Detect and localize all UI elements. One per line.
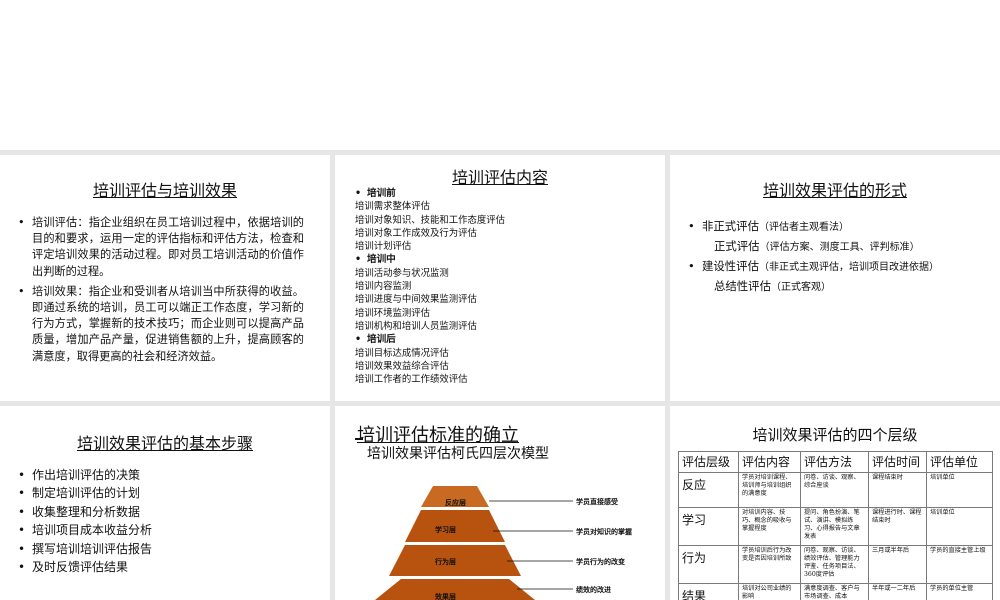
layer-label-learning: 学习层 (435, 525, 456, 534)
table-cell: 问卷、观察、访谈、绩效评估、管理能力评鉴、任务项目法、360度评估 (800, 545, 869, 584)
table-cell: 学员对培训课程、培训师与培训组织的满意度 (738, 472, 801, 508)
table-cell: 培训单位 (926, 472, 993, 508)
definition-effect: 培训效果：指企业和受训者从培训当中所获得的收益。即通过系统的培训，员工可以端正工… (18, 284, 304, 365)
list-item: 培训工作者的工作绩效评估 (355, 374, 468, 386)
table-row: 反应 学员对培训课程、培训师与培训组织的满意度 问卷、访谈、观察、综合座谈 课程… (678, 472, 993, 508)
table-cell: 反应 (678, 472, 739, 508)
slide-evaluation-content[interactable]: 培训评估内容 培训前 培训需求整体评估 培训对象知识、技能和工作态度评估 培训对… (335, 155, 665, 401)
table-row: 结果 培训对公司业绩的影响 满意度调查、客户与市场调查、成本 半年或一二年后 学… (678, 583, 993, 600)
annotation-reaction: 学员直接感受 (576, 497, 618, 506)
column-header: 评估单位 (926, 451, 993, 473)
list-item: 培训环境监测评估 (355, 307, 431, 319)
slide-title: 培训评估与培训效果 (92, 181, 237, 200)
column-header: 评估层级 (678, 451, 739, 473)
list-item: 培训机构和培训人员监测评估 (355, 320, 477, 332)
list-item: 培训对象工作成效及行为评估 (355, 227, 477, 239)
table-header-row: 评估层级 评估内容 评估方法 评估时间 评估单位 (678, 451, 993, 473)
slide-title: 培训评估内容 (451, 168, 548, 187)
steps-list: 作出培训评估的决策 制定培训评估的计划 收集整理和分析数据 培训项目成本收益分析… (18, 466, 152, 577)
table-cell: 行为 (678, 545, 739, 584)
table-cell: 对培训内容、技巧、概念的吸收与掌握程度 (738, 507, 801, 546)
table-cell: 学员培训后行为改变是否因培训所致 (738, 545, 801, 584)
four-levels-table: 评估层级 评估内容 评估方法 评估时间 评估单位 反应 学员对培训课程、培训师与… (678, 451, 993, 600)
table-cell: 培训对公司业绩的影响 (738, 583, 801, 600)
slide-evaluation-steps[interactable]: 培训效果评估的基本步骤 作出培训评估的决策 制定培训评估的计划 收集整理和分析数… (0, 406, 330, 600)
definition-list: 培训评估：指企业组织在员工培训过程中，依据培训的目的和要求，运用一定的评估指标和… (18, 215, 304, 369)
slide-training-evaluation-and-effect[interactable]: 培训评估与培训效果 培训评估：指企业组织在员工培训过程中，依据培训的目的和要求，… (0, 155, 330, 401)
evaluation-forms-list: 非正式评估（评估者主观看法） 正式评估（评估方案、测度工具、评判标准） 建设性评… (688, 217, 988, 297)
table-cell: 学员的单位主管 (926, 583, 993, 600)
step-item: 撰写培训培训评估报告 (18, 540, 152, 559)
table-cell: 提问、角色扮演、笔试、演讲、模拟练习、心得报告与文章发表 (800, 507, 869, 546)
blank-slide-area (0, 0, 1000, 150)
slide-evaluation-standard[interactable]: 培训评估标准的确立 培训效果评估柯氏四层次模型 反应层 学员直接感受 学习层 学… (335, 406, 665, 600)
step-item: 作出培训评估的决策 (18, 466, 152, 485)
list-item: 培训进度与中间效果监测评估 (355, 294, 477, 306)
step-item: 培训项目成本收益分析 (18, 521, 152, 540)
slide-four-levels[interactable]: 培训效果评估的四个层级 评估层级 评估内容 评估方法 评估时间 评估单位 反应 … (670, 406, 1000, 600)
table-cell: 三月或半年后 (868, 545, 927, 584)
section-heading-after: 培训后 (355, 333, 655, 347)
step-item: 收集整理和分析数据 (18, 503, 152, 522)
slide-title: 培训效果评估的基本步骤 (76, 434, 253, 453)
table-cell: 满意度调查、客户与市场调查、成本 (800, 583, 869, 600)
section-heading-before: 培训前 (355, 187, 655, 201)
list-item: 培训对象知识、技能和工作态度评估 (355, 214, 506, 226)
column-header: 评估时间 (868, 451, 927, 473)
slide-title: 培训效果评估的四个层级 (752, 426, 918, 444)
list-item: 培训内容监测 (355, 281, 412, 293)
layer-label-reaction: 反应层 (445, 498, 466, 507)
list-item: 培训需求整体评估 (355, 201, 431, 213)
table-cell: 结果 (678, 583, 739, 600)
annotation-results: 绩效的改进 (576, 585, 611, 594)
section-heading-during: 培训中 (355, 253, 655, 267)
step-item: 制定培训评估的计划 (18, 484, 152, 503)
form-summative: 总结性评估（正式客观） (714, 279, 831, 293)
table-cell: 课程结束时 (868, 472, 927, 508)
layer-label-results: 效果层 (435, 592, 456, 600)
step-item: 及时反馈评估结果 (18, 558, 152, 577)
list-item: 培训目标达成情况评估 (355, 347, 449, 359)
list-item: 培训计划评估 (355, 241, 412, 253)
table-cell: 培训单位 (926, 507, 993, 546)
table-cell: 半年或一二年后 (868, 583, 927, 600)
slide-evaluation-forms[interactable]: 培训效果评估的形式 非正式评估（评估者主观看法） 正式评估（评估方案、测度工具、… (670, 155, 1000, 401)
annotation-learning: 学员对知识的掌握 (576, 527, 632, 536)
table-cell: 学习 (678, 507, 739, 546)
table-cell: 学员的直接主管上级 (926, 545, 993, 584)
slide-title: 培训效果评估的形式 (762, 181, 907, 200)
list-item: 培训效果效益综合评估 (355, 360, 449, 372)
annotation-behavior: 学员行为的改变 (576, 557, 625, 566)
form-formal: 正式评估（评估方案、测度工具、评判标准） (714, 239, 920, 253)
form-informal: 非正式评估（评估者主观看法） (688, 217, 988, 237)
table-cell: 课程进行时、课程结束时 (868, 507, 927, 546)
column-header: 评估方法 (800, 451, 869, 473)
list-item: 培训活动参与状况监测 (355, 267, 449, 279)
form-constructive: 建设性评估（非正式主观评估，培训项目改进依据） (688, 257, 988, 277)
table-cell: 问卷、访谈、观察、综合座谈 (800, 472, 869, 508)
kirkpatrick-pyramid: 反应层 学员直接感受 学习层 学员对知识的掌握 行为层 学员行为的改变 效果层 … (375, 486, 632, 600)
table-row: 学习 对培训内容、技巧、概念的吸收与掌握程度 提问、角色扮演、笔试、演讲、模拟练… (678, 507, 993, 546)
evaluation-content-list: 培训前 培训需求整体评估 培训对象知识、技能和工作态度评估 培训对象工作成效及行… (355, 187, 655, 386)
column-header: 评估内容 (738, 451, 801, 473)
table-row: 行为 学员培训后行为改变是否因培训所致 问卷、观察、访谈、绩效评估、管理能力评鉴… (678, 545, 993, 584)
definition-evaluation: 培训评估：指企业组织在员工培训过程中，依据培训的目的和要求，运用一定的评估指标和… (18, 215, 304, 280)
layer-label-behavior: 行为层 (434, 557, 456, 566)
